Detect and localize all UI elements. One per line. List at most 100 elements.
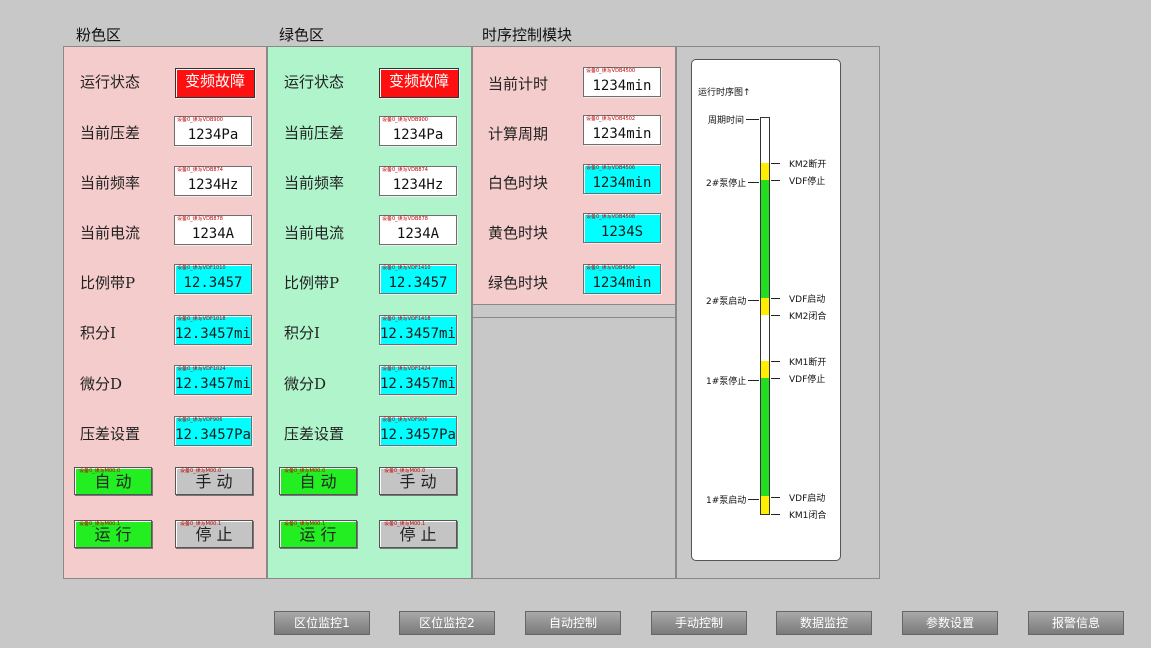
timing-yellow-block-field[interactable]: 设备0_读写VDB4508 1234S [583,213,661,243]
green-row-label: 当前压差 [284,124,345,142]
nav-alarm-info-button[interactable]: 报警信息 [1028,611,1124,635]
button-tag: 设备0_读写M00.0 [180,468,222,474]
sequence-left-label: 2#泵启动 [706,297,747,307]
tick-line [771,514,780,515]
field-tag: 设备0_读写VDF1018 [177,316,226,322]
field-value: 1234A [396,226,440,242]
pink-pressure-setpoint-field[interactable]: 设备0_读写VDF906 12.3457Pa [174,416,252,446]
nav-auto-control-button[interactable]: 自动控制 [525,611,621,635]
green-proportional-band-field[interactable]: 设备0_读写VDF1410 12.3457 [379,264,457,294]
nav-zone-monitor-2-button[interactable]: 区位监控2 [399,611,495,635]
timing-row-label: 当前计时 [488,75,549,93]
field-value: 1234A [191,226,235,242]
pink-row-label: 当前电流 [80,224,141,242]
green-status-label: 运行状态 [284,73,345,91]
green-derivative-field[interactable]: 设备0_读写VDF1424 12.3457min [379,365,457,395]
pink-manual-button[interactable]: 设备0_读写M00.0 手 动 [175,467,253,495]
green-auto-button[interactable]: 设备0_读写M00.0 自 动 [279,467,357,495]
pink-derivative-field[interactable]: 设备0_读写VDF1024 12.3457min [174,365,252,395]
field-tag: 设备0_读写VDB4506 [586,165,636,171]
field-tag: 设备0_读写VDB900 [177,117,223,123]
tick-line [748,380,759,381]
sequence-right-label: VDF启动 [789,295,826,305]
button-label: 运 行 [299,525,337,544]
pink-proportional-band-field[interactable]: 设备0_读写VDF1010 12.3457 [174,264,252,294]
field-tag: 设备0_读写VDB4500 [586,68,636,74]
timing-current-time-field[interactable]: 设备0_读写VDB4500 1234min [583,67,661,97]
button-label: 手 动 [399,472,437,491]
field-tag: 设备0_读写VDF1418 [382,316,431,322]
nav-parameter-settings-button[interactable]: 参数设置 [902,611,998,635]
tick-line [771,298,780,299]
field-value: 1234Pa [392,127,444,143]
tick-line [746,119,759,120]
nav-data-monitor-button[interactable]: 数据监控 [776,611,872,635]
field-value: 12.3457min [380,376,456,392]
tick-line [771,180,780,181]
field-tag: 设备0_读写VDF906 [177,417,223,423]
button-tag: 设备0_读写M00.0 [284,468,326,474]
field-value: 1234S [600,224,644,240]
green-frequency-field[interactable]: 设备0_读写VDB874 1234Hz [379,166,457,196]
button-tag: 设备0_读写M00.1 [384,521,426,527]
green-integral-field[interactable]: 设备0_读写VDF1418 12.3457min [379,315,457,345]
pink-panel: 运行状态 变频故障 当前压差 设备0_读写VDB900 1234Pa 当前频率 … [63,46,267,579]
sequence-left-label: 1#泵启动 [706,496,747,506]
pink-run-button[interactable]: 设备0_读写M00.1 运 行 [74,520,152,548]
field-value: 1234Hz [392,177,444,193]
green-row-label: 微分D [284,375,327,393]
pink-pressure-diff-field[interactable]: 设备0_读写VDB900 1234Pa [174,116,252,146]
field-value: 1234Pa [187,127,239,143]
pink-row-label: 积分I [80,324,116,342]
sequence-right-label: KM1断开 [789,358,827,368]
nav-manual-control-button[interactable]: 手动控制 [651,611,747,635]
green-row-label: 积分I [284,324,320,342]
field-value: 12.3457 [388,275,448,291]
bar-yellow-segment [761,298,769,315]
field-tag: 设备0_读写VDF1410 [382,265,431,271]
bar-yellow-segment [761,361,769,378]
field-value: 12.3457min [175,326,251,342]
timing-row-label: 计算周期 [488,125,549,143]
green-pressure-setpoint-field[interactable]: 设备0_读写VDF906 12.3457Pa [379,416,457,446]
green-manual-button[interactable]: 设备0_读写M00.0 手 动 [379,467,457,495]
pink-stop-button[interactable]: 设备0_读写M00.1 停 止 [175,520,253,548]
timing-calc-period-field[interactable]: 设备0_读写VDB4502 1234min [583,115,661,145]
field-tag: 设备0_读写VDF1424 [382,366,431,372]
pink-integral-field[interactable]: 设备0_读写VDF1018 12.3457min [174,315,252,345]
pink-frequency-field[interactable]: 设备0_读写VDB874 1234Hz [174,166,252,196]
field-value: 12.3457min [175,376,251,392]
sequence-title: 运行时序图↑ [698,88,751,98]
bar-green-segment [761,378,769,496]
timing-green-block-field[interactable]: 设备0_读写VDB4504 1234min [583,264,661,294]
field-value: 12.3457 [183,275,243,291]
pink-row-label: 当前频率 [80,174,141,192]
tick-line [771,315,780,316]
divider [473,317,675,318]
green-run-button[interactable]: 设备0_读写M00.1 运 行 [279,520,357,548]
timing-row-label: 白色时块 [488,174,549,192]
green-stop-button[interactable]: 设备0_读写M00.1 停 止 [379,520,457,548]
button-label: 自 动 [299,472,337,491]
green-current-field[interactable]: 设备0_读写VDB878 1234A [379,215,457,245]
nav-zone-monitor-1-button[interactable]: 区位监控1 [274,611,370,635]
pink-current-field[interactable]: 设备0_读写VDB878 1234A [174,215,252,245]
pink-auto-button[interactable]: 设备0_读写M00.0 自 动 [74,467,152,495]
field-tag: 设备0_读写VDB900 [382,117,428,123]
green-row-label: 压差设置 [284,425,345,443]
tick-line [771,497,780,498]
green-pressure-diff-field[interactable]: 设备0_读写VDB900 1234Pa [379,116,457,146]
button-tag: 设备0_读写M00.0 [384,468,426,474]
button-tag: 设备0_读写M00.1 [180,521,222,527]
bar-green-segment [761,180,769,298]
tick-line [748,182,759,183]
timing-white-block-field[interactable]: 设备0_读写VDB4506 1234min [583,164,661,194]
field-value: 1234min [592,275,652,291]
button-tag: 设备0_读写M00.0 [79,468,121,474]
bar-yellow-segment [761,496,769,514]
section-title-timing: 时序控制模块 [482,26,573,44]
bar-yellow-segment [761,163,769,180]
sequence-chart: 运行时序图↑ 周期时间 2#泵停止 2#泵启动 1#泵停止 1#泵启动 KM2断… [691,59,841,561]
field-tag: 设备0_读写VDF1010 [177,265,226,271]
field-tag: 设备0_读写VDB878 [177,216,223,222]
